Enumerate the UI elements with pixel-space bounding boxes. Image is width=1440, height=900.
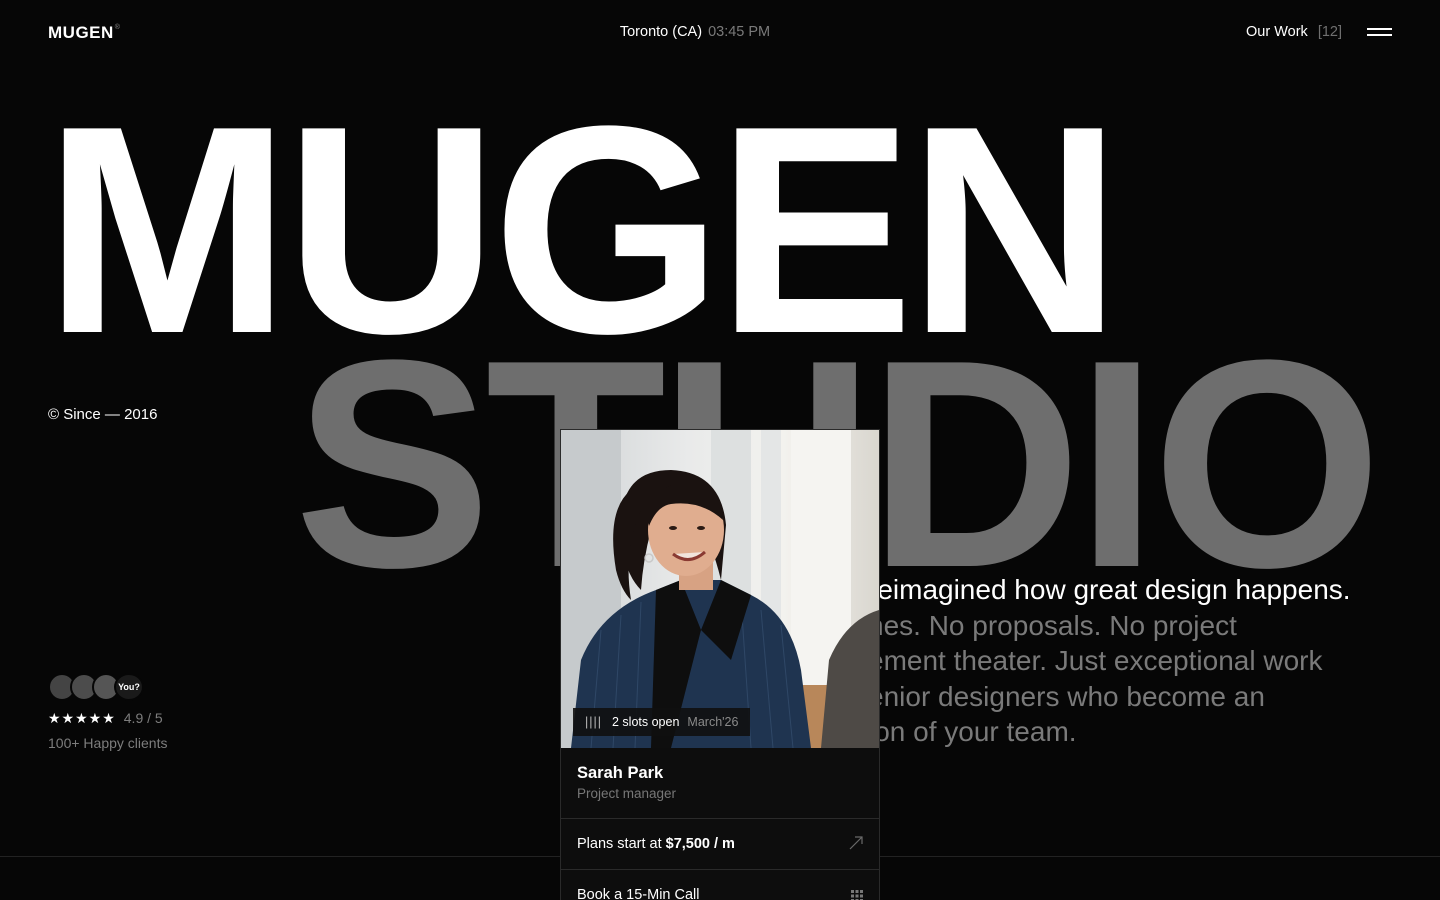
plans-price: $7,500 / m [665, 836, 735, 852]
description-line: hes. No proposals. No project [868, 609, 1237, 641]
description-line: reimagined how great design happens. [868, 574, 1351, 605]
page: MUGEN® Toronto (CA) 03:45 PM Our Work [12]… [0, 0, 1440, 900]
description-line: ement theater. Just exceptional work [868, 645, 1323, 676]
time-label: 03:45 PM [708, 24, 771, 40]
studio-description: reimagined how great design happens. hes… [868, 572, 1388, 750]
happy-clients-caption: 100+ Happy clients [48, 735, 168, 751]
work-count: [12] [1317, 24, 1342, 40]
client-avatars: You? [48, 673, 158, 701]
rating-score: 4.9 / 5 [123, 710, 163, 726]
contact-card: |||| 2 slots open March'26 Sarah Park Pr… [560, 429, 880, 900]
portrait-illustration [561, 430, 879, 748]
plans-prefix: Plans start at [577, 836, 662, 852]
since-label: © Since — 2016 [48, 406, 158, 423]
location-time: Toronto (CA) 03:45 PM [0, 24, 1390, 40]
person-name: Sarah Park [577, 764, 664, 782]
hamburger-icon[interactable] [1367, 26, 1392, 40]
description-line: enior designers who become an [868, 680, 1265, 712]
person-info: Sarah Park Project manager [561, 748, 879, 818]
slots-bars-icon: |||| [585, 715, 602, 729]
description-line: ion of your team. [868, 716, 1077, 747]
rating: ★★★★★ 4.9 / 5 [48, 710, 163, 727]
availability-badge: |||| 2 slots open March'26 [573, 708, 751, 736]
team-member-photo: |||| 2 slots open March'26 [561, 430, 879, 748]
slots-open-label: 2 slots open [612, 715, 680, 729]
calendar-icon [851, 890, 863, 900]
book-call-button[interactable]: Book a 15-Min Call [561, 869, 879, 900]
person-role: Project manager [577, 786, 677, 801]
star-icons: ★★★★★ [48, 710, 116, 726]
city-label: Toronto (CA) [619, 24, 703, 40]
book-call-label: Book a 15-Min Call [577, 887, 700, 900]
you-avatar: You? [114, 673, 144, 701]
arrow-up-right-icon [849, 836, 863, 850]
our-work-link[interactable]: Our Work [12] [1246, 24, 1342, 40]
our-work-label[interactable]: Our Work [1246, 24, 1308, 40]
plans-link[interactable]: Plans start at $7,500 / m [561, 818, 879, 869]
slots-month-label: March'26 [687, 715, 739, 729]
